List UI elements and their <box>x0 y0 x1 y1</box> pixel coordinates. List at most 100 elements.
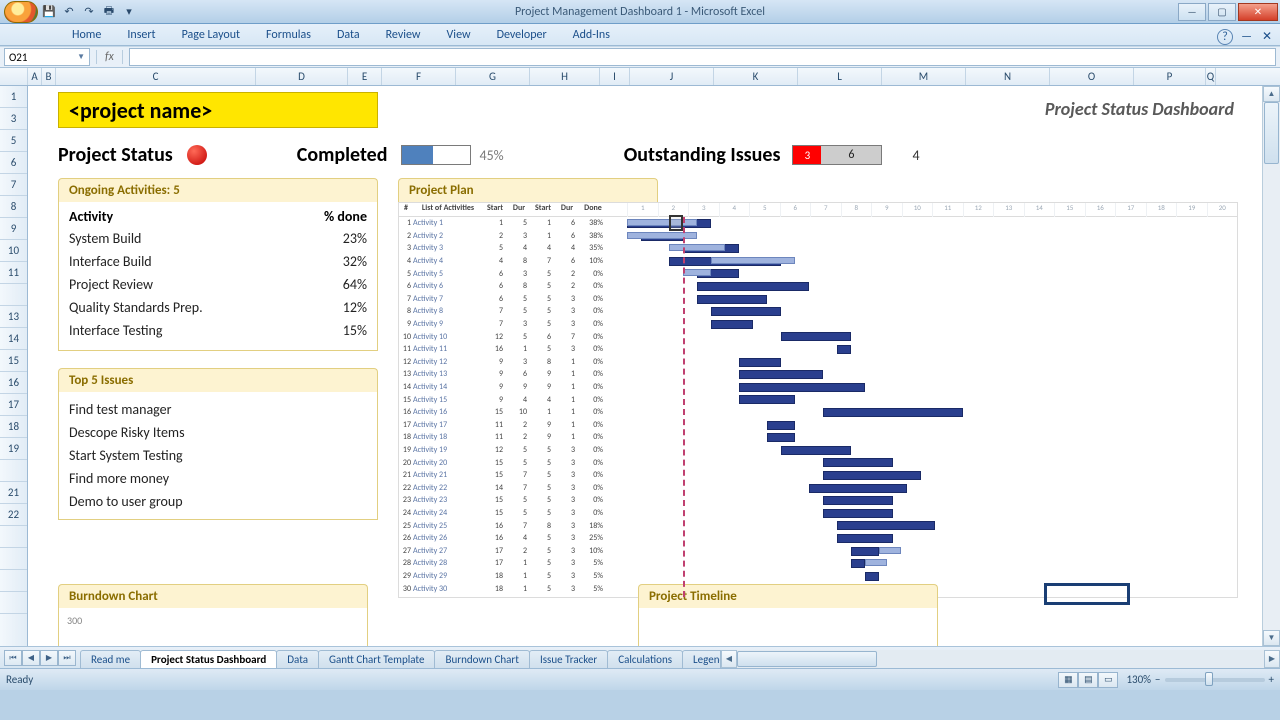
zoom-in-icon[interactable]: + <box>1269 673 1274 686</box>
horizontal-scrollbar[interactable]: ◀ ▶ <box>720 650 1280 668</box>
formula-input[interactable] <box>129 48 1276 66</box>
sheet-tab[interactable]: Issue Tracker <box>529 650 608 668</box>
view-break-icon[interactable]: ▭ <box>1098 672 1118 688</box>
gantt-bar <box>739 395 795 404</box>
qat-undo-icon[interactable]: ↶ <box>60 3 78 21</box>
ribbon-tab[interactable]: Insert <box>125 25 157 45</box>
scroll-thumb[interactable] <box>1264 102 1279 164</box>
gantt-bar <box>711 320 753 329</box>
tab-nav-next-icon[interactable]: ▶ <box>40 650 58 666</box>
zoom-slider[interactable] <box>1165 678 1265 682</box>
tab-nav-last-icon[interactable]: ⏭ <box>58 650 76 666</box>
scroll-up-icon[interactable]: ▲ <box>1263 86 1280 102</box>
sheet-tab[interactable]: Gantt Chart Template <box>318 650 435 668</box>
qat-redo-icon[interactable]: ↷ <box>80 3 98 21</box>
gantt-bar <box>851 559 865 568</box>
zoom-value[interactable]: 130% <box>1126 673 1151 686</box>
ribbon-tab[interactable]: Add-Ins <box>571 25 612 45</box>
scroll-right-icon[interactable]: ▶ <box>1264 650 1280 668</box>
gantt-bar <box>823 458 893 467</box>
status-ready: Ready <box>6 673 33 686</box>
activity-row: Quality Standards Prep.12% <box>69 296 367 319</box>
completed-label: Completed <box>297 143 388 167</box>
gantt-bar <box>823 471 921 480</box>
gantt-bar-actual <box>879 547 901 554</box>
gantt-bar <box>851 547 879 556</box>
sheet-tab[interactable]: Burndown Chart <box>434 650 529 668</box>
close-button[interactable]: ✕ <box>1238 3 1278 21</box>
quick-access-toolbar: 💾 ↶ ↷ 🖶 ▾ <box>0 1 138 23</box>
issue-row: Descope Risky Items <box>69 421 367 444</box>
gantt-bar <box>823 408 963 417</box>
issues-red: 3 <box>793 146 821 164</box>
project-plan-panel: Project Plan #List of ActivitiesStartDur… <box>398 178 1238 598</box>
ribbon-tab[interactable]: Page Layout <box>180 25 242 45</box>
tab-nav-first-icon[interactable]: ⏮ <box>4 650 22 666</box>
ribbon-tab[interactable]: Review <box>384 25 423 45</box>
gantt-today-line <box>683 217 685 597</box>
burndown-y-value: 300 <box>67 614 82 627</box>
ribbon-tab[interactable]: Formulas <box>264 25 313 45</box>
gantt-bar <box>739 358 781 367</box>
gantt-bar <box>823 496 893 505</box>
panel-header: Burndown Chart <box>58 584 368 608</box>
gantt-selection-box <box>669 215 683 231</box>
scroll-down-icon[interactable]: ▼ <box>1263 630 1280 646</box>
gantt-bar <box>739 370 823 379</box>
qat-save-icon[interactable]: 💾 <box>40 3 58 21</box>
window-title: Project Management Dashboard 1 - Microso… <box>0 5 1280 19</box>
minimize-button[interactable]: — <box>1178 3 1206 21</box>
panel-header: Ongoing Activities: 5 <box>58 178 378 202</box>
gantt-bar <box>865 572 879 581</box>
issue-row: Find test manager <box>69 398 367 421</box>
sheet-tab[interactable]: Calculations <box>607 650 683 668</box>
gantt-bar <box>781 446 851 455</box>
sheet-tab-bar: ⏮ ◀ ▶ ⏭ Read meProject Status DashboardD… <box>0 646 1280 668</box>
help-icon[interactable]: ? <box>1217 29 1233 45</box>
ribbon-tab[interactable]: Home <box>70 25 103 45</box>
activity-row: Project Review64% <box>69 273 367 296</box>
sheet-tab[interactable]: Data <box>276 650 319 668</box>
name-box[interactable]: O21▼ <box>4 48 90 66</box>
panel-header: Project Plan <box>398 178 658 202</box>
col-pct-done: % done <box>324 208 367 225</box>
office-button[interactable] <box>4 1 38 23</box>
zoom-out-icon[interactable]: − <box>1155 673 1160 686</box>
row-headers[interactable]: 13567891011131415161718192122 <box>0 86 28 646</box>
dashboard-title: Project Status Dashboard <box>1045 98 1234 120</box>
view-normal-icon[interactable]: ▦ <box>1058 672 1078 688</box>
qat-more-icon[interactable]: ▾ <box>120 3 138 21</box>
activity-row: Interface Testing15% <box>69 319 367 342</box>
scroll-thumb[interactable] <box>737 651 877 667</box>
gantt-bar-actual <box>711 257 795 264</box>
formula-bar: O21▼ fx <box>0 46 1280 68</box>
column-headers[interactable]: ABCDEFGHIJKLMNOPQ <box>0 68 1280 86</box>
tab-nav-prev-icon[interactable]: ◀ <box>22 650 40 666</box>
ribbon-minimize-icon[interactable]: — <box>1239 27 1254 47</box>
project-name-cell[interactable]: <project name> <box>58 92 378 128</box>
vertical-scrollbar[interactable]: ▲ ▼ <box>1262 86 1280 646</box>
gantt-chart: #List of ActivitiesStartDurStartDurDone … <box>398 202 1238 598</box>
sheet-tab[interactable]: Read me <box>80 650 141 668</box>
scroll-left-icon[interactable]: ◀ <box>721 650 737 668</box>
ribbon-tab[interactable]: Data <box>335 25 362 45</box>
activity-row: Interface Build32% <box>69 250 367 273</box>
maximize-button[interactable]: ▢ <box>1208 3 1236 21</box>
qat-print-icon[interactable]: 🖶 <box>100 3 118 21</box>
view-layout-icon[interactable]: ▤ <box>1078 672 1098 688</box>
ribbon-tab[interactable]: Developer <box>495 25 549 45</box>
gantt-bar <box>837 521 935 530</box>
issues-label: Outstanding Issues <box>624 143 781 167</box>
ribbon-close-icon[interactable]: ✕ <box>1260 26 1274 47</box>
sheet-tab[interactable]: Project Status Dashboard <box>140 650 277 668</box>
ribbon-tab[interactable]: View <box>445 25 473 45</box>
issue-row: Find more money <box>69 467 367 490</box>
panel-header: Top 5 Issues <box>58 368 378 392</box>
gantt-bar-actual <box>865 559 887 566</box>
selected-cell-cursor <box>1044 583 1130 605</box>
status-label: Project Status <box>58 143 173 167</box>
issues-bar: 3 6 <box>792 145 882 165</box>
grid-content[interactable]: <project name> Project Status Dashboard … <box>28 86 1262 646</box>
fx-icon[interactable]: fx <box>96 50 123 64</box>
gantt-bar <box>823 509 893 518</box>
